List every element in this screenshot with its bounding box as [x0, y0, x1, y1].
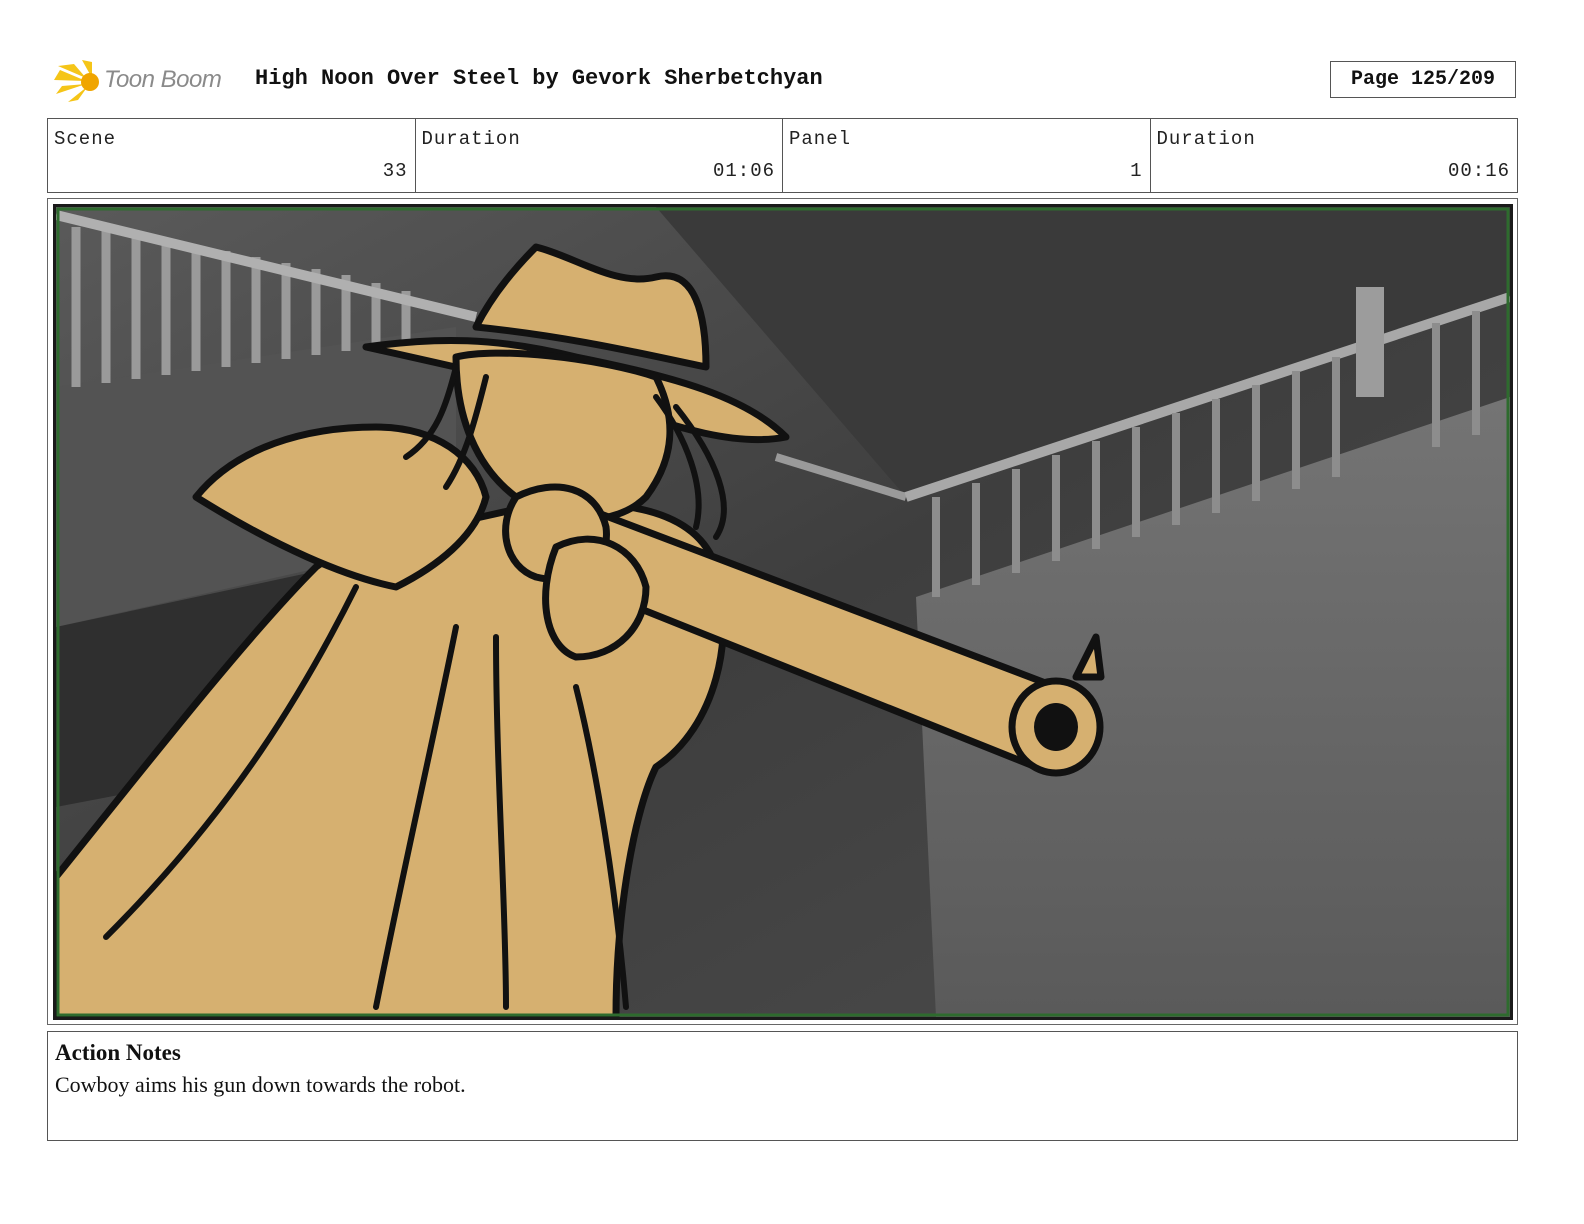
scene-label: Scene [54, 128, 117, 150]
action-notes-text: Cowboy aims his gun down towards the rob… [55, 1072, 466, 1097]
panel-cell: Panel 1 [783, 119, 1151, 192]
action-notes-box: Action Notes Cowboy aims his gun down to… [47, 1031, 1518, 1141]
action-notes-heading: Action Notes [55, 1040, 181, 1065]
scene-duration-value: 01:06 [712, 160, 775, 182]
scene-info-table: Scene 33 Duration 01:06 Panel 1 Duration… [47, 118, 1518, 193]
panel-duration-cell: Duration 00:16 [1151, 119, 1518, 192]
storyboard-panel-image [53, 204, 1513, 1020]
logo-wordmark: Toon Boom [104, 66, 222, 93]
panel-duration-value: 00:16 [1447, 160, 1510, 182]
scene-duration-label: Duration [421, 128, 521, 150]
scene-cell: Scene 33 [48, 119, 416, 192]
page-number-badge: Page 125/209 [1330, 61, 1516, 98]
scene-value: 33 [382, 160, 408, 182]
storyboard-drawing-icon [56, 207, 1510, 1017]
page-title: High Noon Over Steel by Gevork Sherbetch… [255, 66, 823, 91]
panel-duration-label: Duration [1156, 128, 1256, 150]
panel-value: 1 [1130, 160, 1143, 182]
scene-duration-cell: Duration 01:06 [416, 119, 783, 192]
panel-label: Panel [789, 128, 852, 150]
